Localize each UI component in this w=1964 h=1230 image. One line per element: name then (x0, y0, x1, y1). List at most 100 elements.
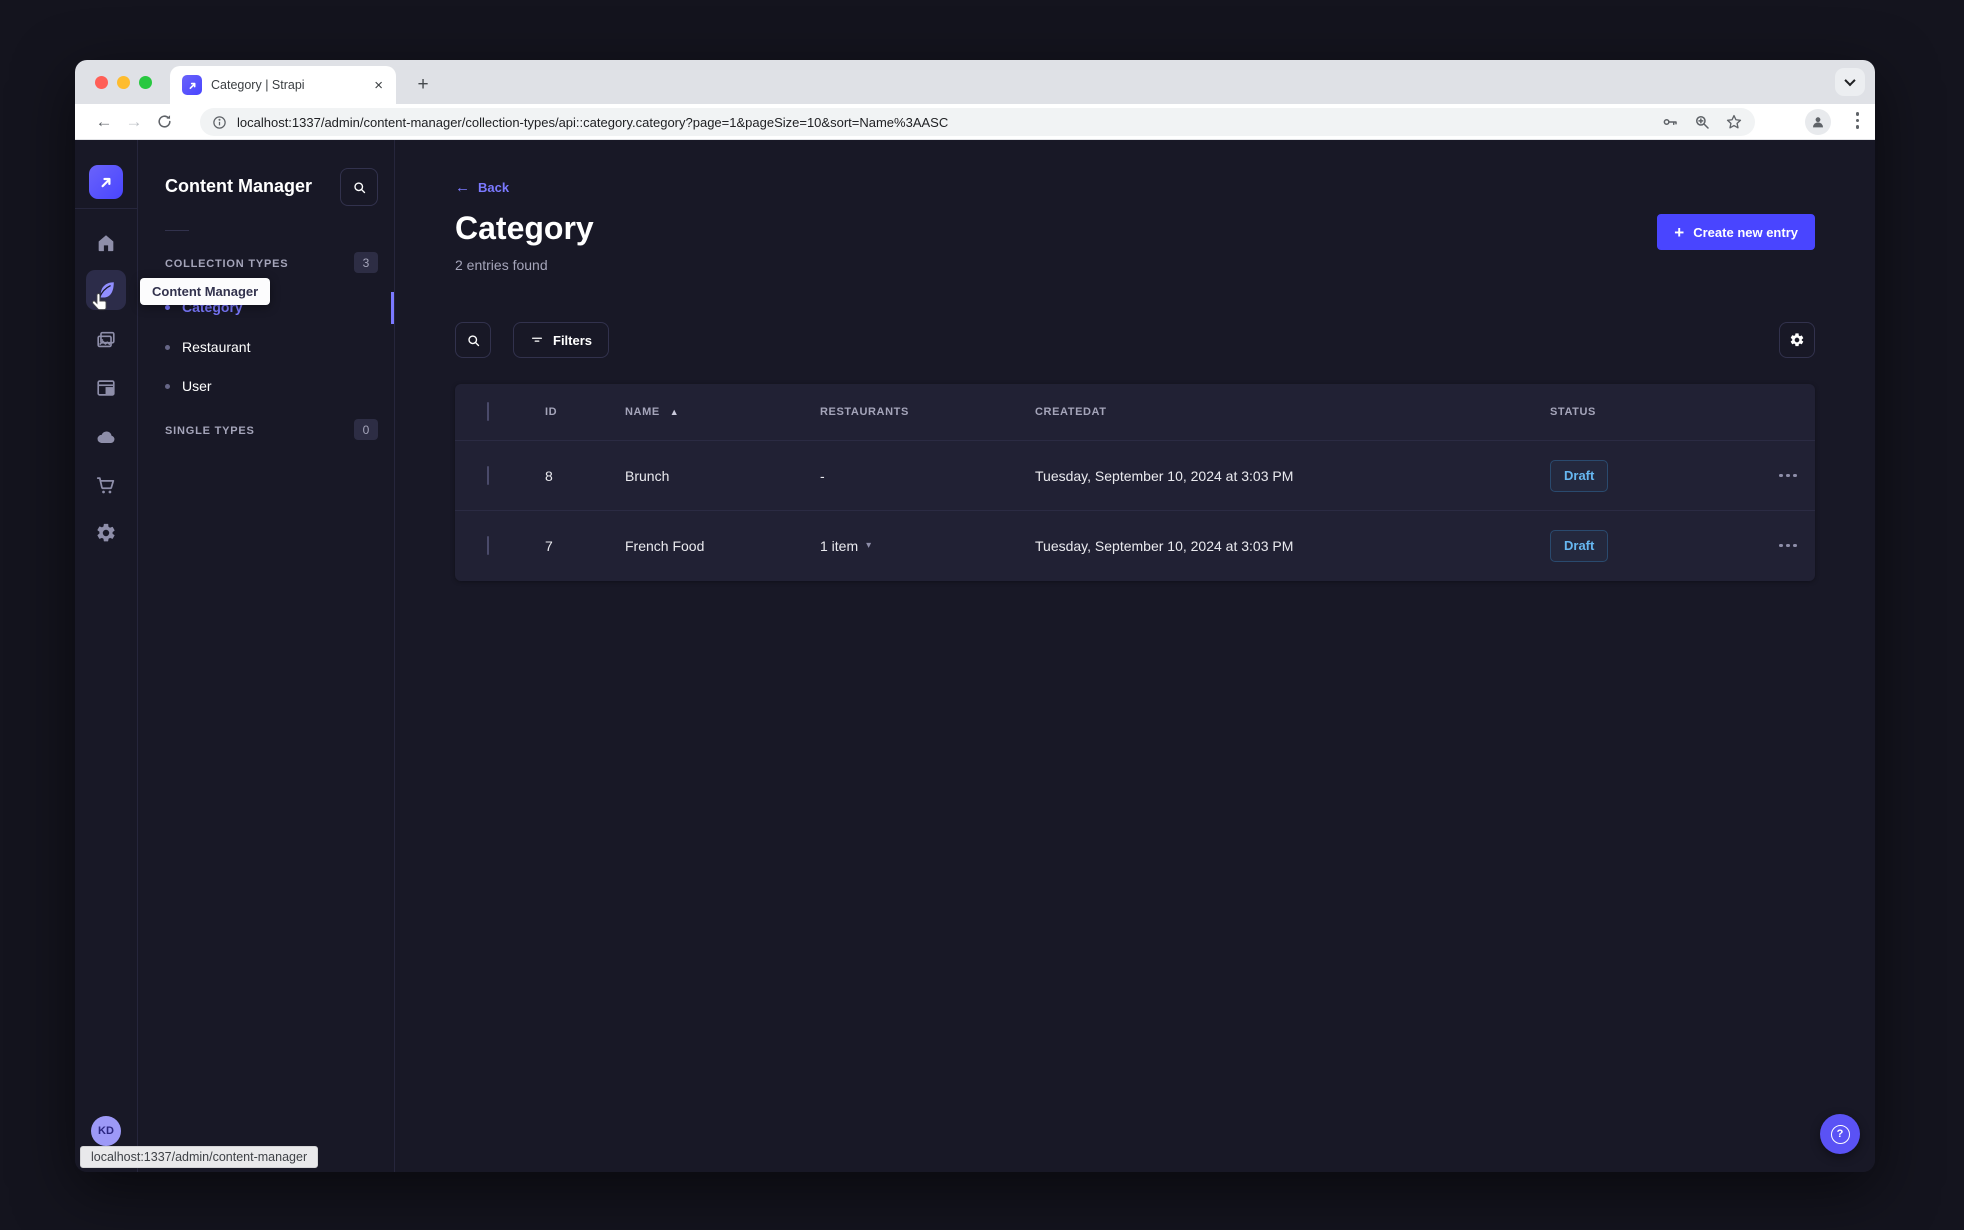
url-text[interactable]: localhost:1337/admin/content-manager/col… (237, 115, 1661, 130)
close-tab-icon[interactable]: × (371, 77, 386, 94)
user-avatar[interactable]: KD (91, 1116, 121, 1146)
subnav-search-button[interactable] (340, 168, 378, 206)
forward-button: → (125, 111, 143, 131)
gear-icon (97, 523, 115, 542)
view-settings-button[interactable] (1779, 322, 1815, 358)
search-icon (353, 181, 365, 193)
password-key-icon[interactable] (1661, 113, 1679, 131)
cloud-icon (97, 431, 115, 443)
question-mark-icon: ? (1830, 1124, 1850, 1144)
back-button[interactable]: ← (89, 112, 119, 132)
create-new-entry-button[interactable]: + Create new entry (1657, 214, 1815, 250)
table-header-row: ID NAME ▲ RESTAURANTS CREATEDAT STATUS (455, 384, 1815, 440)
cell-name: Brunch (625, 467, 670, 484)
row-actions-button[interactable] (1779, 473, 1815, 478)
media-library-icon (97, 331, 115, 348)
status-badge: Draft (1550, 529, 1609, 562)
nav-media-library-button[interactable] (86, 320, 126, 360)
strapi-favicon-icon (182, 75, 202, 95)
caret-down-icon: ▾ (866, 540, 872, 551)
nav-content-type-builder-button[interactable] (86, 368, 126, 408)
zoom-icon[interactable] (1693, 113, 1711, 131)
status-badge: Draft (1550, 459, 1609, 492)
bullet-icon (165, 383, 170, 389)
cell-restaurants: - (820, 467, 825, 484)
entries-table: ID NAME ▲ RESTAURANTS CREATEDAT STATUS 8 … (455, 384, 1815, 581)
pointer-cursor (92, 293, 107, 311)
sidebar-item-user[interactable]: User (165, 368, 212, 404)
plus-icon: + (1674, 222, 1685, 242)
table-row[interactable]: 7 French Food 1 item ▾ Tuesday, September… (455, 510, 1815, 580)
strapi-logo[interactable] (89, 165, 123, 199)
column-header-restaurants[interactable]: RESTAURANTS (820, 406, 1035, 418)
browser-window: Category | Strapi × + ← → localhost:1337… (75, 60, 1875, 1172)
avatar-initials: KD (98, 1125, 114, 1137)
cell-id: 7 (545, 537, 553, 554)
nav-settings-button[interactable] (86, 513, 126, 553)
column-header-name[interactable]: NAME ▲ (625, 406, 820, 418)
nav-marketplace-button[interactable] (86, 465, 126, 505)
gear-icon (1790, 333, 1804, 347)
help-button[interactable]: ? (1820, 1114, 1860, 1154)
tab-title: Category | Strapi (211, 78, 305, 92)
subnav-title: Content Manager (165, 176, 313, 196)
browser-toolbar: ← → localhost:1337/admin/content-manager… (75, 104, 1875, 140)
nav-home-button[interactable] (86, 223, 126, 263)
chevron-down-icon (1844, 74, 1856, 87)
collection-types-count-badge: 3 (354, 252, 378, 273)
page-title: Category (455, 210, 594, 246)
subnav-divider (165, 230, 189, 231)
cell-id: 8 (545, 467, 553, 484)
nav-divider (75, 208, 138, 209)
entries-count: 2 entries found (455, 257, 548, 273)
status-link-preview: localhost:1337/admin/content-manager (80, 1146, 319, 1168)
sidebar-item-restaurant[interactable]: Restaurant (165, 329, 250, 365)
omnibox-actions (1661, 113, 1743, 131)
row-actions-button[interactable] (1779, 543, 1815, 548)
filters-button[interactable]: Filters (513, 322, 610, 358)
row-checkbox[interactable] (487, 465, 489, 485)
bullet-icon (165, 304, 170, 310)
nav-cloud-button[interactable] (86, 417, 126, 457)
search-icon (467, 334, 479, 346)
page-info-icon[interactable] (212, 115, 227, 130)
home-icon (98, 235, 114, 252)
cell-createdat: Tuesday, September 10, 2024 at 3:03 PM (1035, 467, 1294, 484)
browser-menu-icon[interactable] (1855, 112, 1859, 129)
column-header-createdat[interactable]: CREATEDAT (1035, 406, 1550, 418)
browser-tab[interactable]: Category | Strapi × (170, 66, 396, 104)
zoom-window-button[interactable] (139, 76, 152, 89)
row-checkbox[interactable] (487, 535, 489, 555)
bullet-icon (165, 344, 170, 350)
bookmark-star-icon[interactable] (1725, 113, 1743, 131)
close-window-button[interactable] (95, 76, 108, 89)
new-tab-button[interactable]: + (409, 71, 437, 99)
strapi-app: KD Content Manager COLLECTION TYPES 3 Ca… (75, 140, 1875, 1172)
sort-ascending-icon: ▲ (669, 407, 680, 417)
list-search-button[interactable] (455, 322, 491, 358)
select-all-checkbox[interactable] (487, 402, 489, 421)
nav-tooltip: Content Manager (140, 278, 271, 305)
back-link[interactable]: ← Back (455, 179, 509, 196)
shopping-cart-icon (96, 477, 115, 494)
single-types-label: SINGLE TYPES (165, 425, 255, 437)
cell-restaurants[interactable]: 1 item ▾ (820, 538, 1035, 554)
browser-tab-strip: Category | Strapi × + (75, 60, 1875, 104)
cell-name: French Food (625, 537, 705, 554)
column-header-id[interactable]: ID (545, 406, 625, 418)
minimize-window-button[interactable] (117, 76, 130, 89)
active-item-indicator (391, 292, 394, 324)
column-header-status[interactable]: STATUS (1550, 406, 1745, 418)
collection-types-label: COLLECTION TYPES (165, 258, 289, 270)
table-row[interactable]: 8 Brunch - Tuesday, September 10, 2024 a… (455, 440, 1815, 510)
reload-button[interactable] (149, 113, 179, 130)
profile-avatar-icon[interactable] (1805, 109, 1831, 135)
filter-icon (531, 337, 543, 342)
main-content: ← Back Category 2 entries found + Create… (395, 140, 1875, 1172)
back-arrow-icon: ← (455, 179, 470, 196)
single-types-count-badge: 0 (354, 419, 378, 440)
url-bar[interactable]: localhost:1337/admin/content-manager/col… (200, 108, 1755, 136)
content-type-builder-icon (97, 380, 115, 396)
tab-strip-chevron-button[interactable] (1835, 68, 1865, 96)
cell-createdat: Tuesday, September 10, 2024 at 3:03 PM (1035, 537, 1294, 554)
